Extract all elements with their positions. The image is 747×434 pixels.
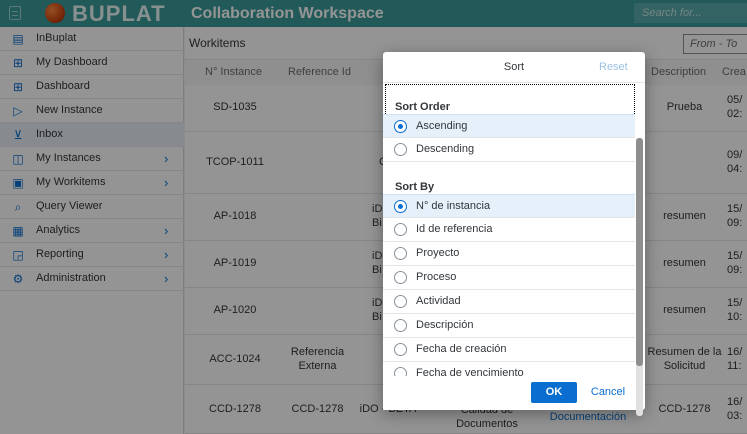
option-label: Actividad (416, 295, 461, 307)
option-label: N° de instancia (416, 200, 491, 212)
sort-by-activity[interactable]: Actividad (383, 290, 635, 314)
option-label: Ascending (416, 120, 468, 132)
option-label: Proyecto (416, 247, 460, 259)
radio-unchecked-icon (394, 247, 407, 260)
scrollbar-thumb[interactable] (636, 138, 643, 366)
option-label: Descending (416, 143, 475, 155)
option-label: Descripción (416, 319, 474, 331)
app: BUPLAT Collaboration Workspace Search fo… (0, 0, 747, 434)
sort-by-creation-date[interactable]: Fecha de creación (383, 338, 635, 362)
sort-by-project[interactable]: Proyecto (383, 242, 635, 266)
dialog-scrollbar[interactable] (636, 138, 643, 416)
dialog-footer: OK Cancel (383, 376, 635, 410)
dialog-body: Sort Order Ascending Descending Sort By … (383, 84, 635, 402)
radio-unchecked-icon (394, 223, 407, 236)
option-label: Fecha de creación (416, 343, 507, 355)
radio-unchecked-icon (394, 143, 407, 156)
option-label: Proceso (416, 271, 457, 283)
cancel-button[interactable]: Cancel (583, 382, 633, 403)
sort-order-title: Sort Order (395, 101, 451, 113)
radio-checked-icon (394, 200, 407, 213)
sort-by-reference[interactable]: Id de referencia (383, 218, 635, 242)
sort-dialog: Sort Reset Sort Order Ascending Descendi… (383, 52, 645, 416)
sort-by-process[interactable]: Proceso (383, 266, 635, 290)
sort-order-descending[interactable]: Descending (383, 138, 635, 162)
option-label: Id de referencia (416, 223, 493, 235)
ok-button[interactable]: OK (531, 382, 577, 403)
radio-checked-icon (394, 120, 407, 133)
sort-by-title: Sort By (395, 181, 435, 193)
radio-unchecked-icon (394, 295, 407, 308)
sort-by-description[interactable]: Descripción (383, 314, 635, 338)
sort-by-instance[interactable]: N° de instancia (383, 194, 635, 218)
radio-unchecked-icon (394, 319, 407, 332)
sort-order-ascending[interactable]: Ascending (383, 114, 635, 138)
reset-button[interactable]: Reset (599, 52, 628, 82)
radio-unchecked-icon (394, 343, 407, 356)
radio-unchecked-icon (394, 271, 407, 284)
dialog-header: Sort Reset (383, 52, 645, 83)
